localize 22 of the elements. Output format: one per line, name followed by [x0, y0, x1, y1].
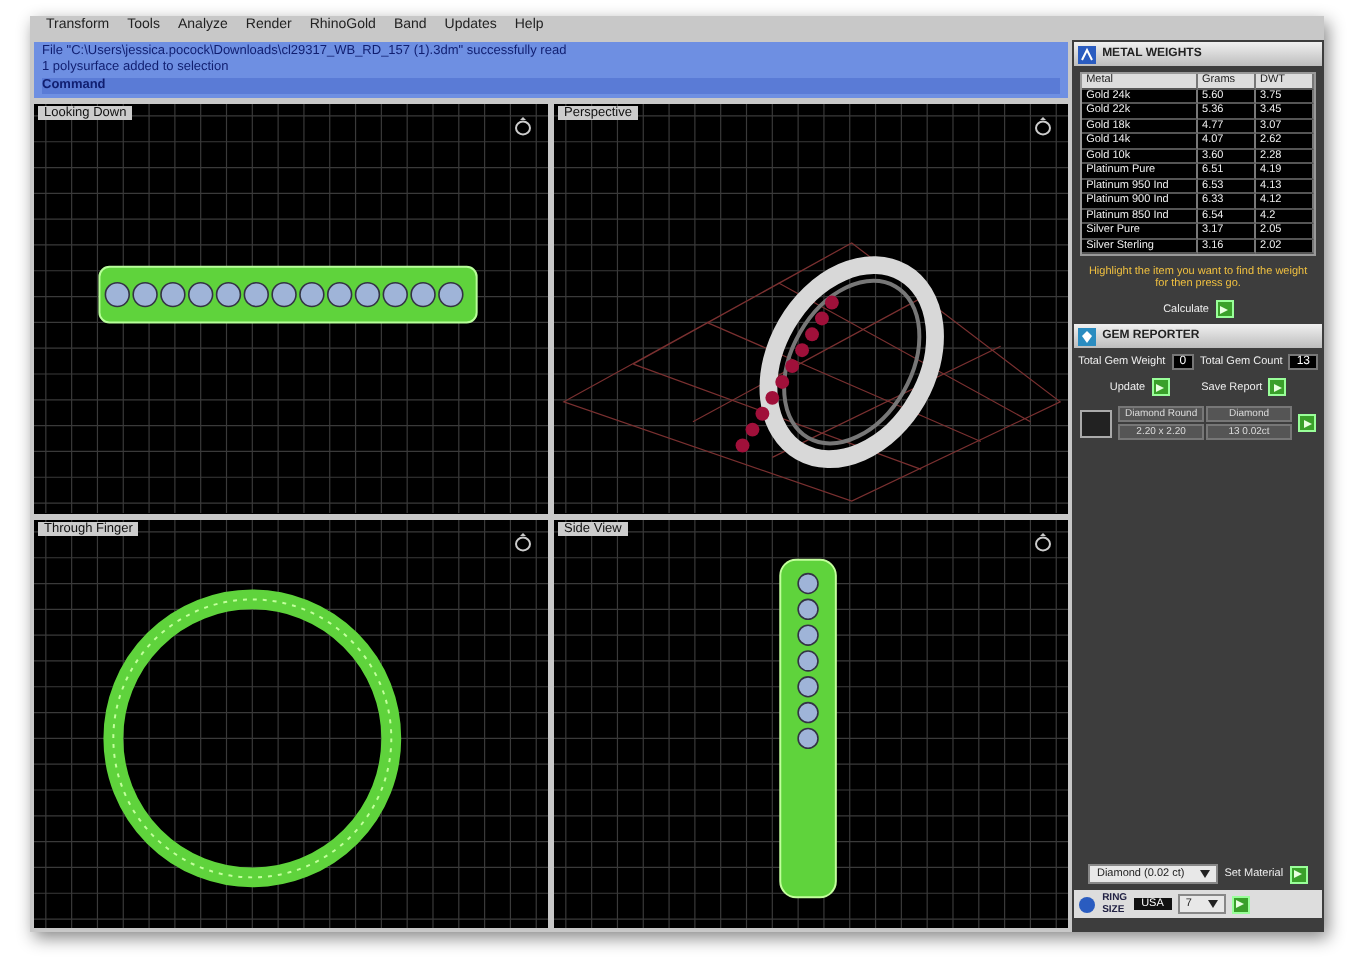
- ring-icon[interactable]: [1034, 116, 1053, 136]
- set-material-button[interactable]: [1289, 865, 1308, 883]
- ring-logo-icon: [1078, 895, 1097, 913]
- play-icon: [1218, 303, 1230, 315]
- gem-thumbnail: [1080, 409, 1113, 437]
- ring-size-button[interactable]: [1231, 895, 1250, 913]
- play-icon: [1271, 381, 1284, 393]
- play-icon: [1234, 898, 1247, 910]
- ring-icon[interactable]: [514, 531, 533, 551]
- caret-icon: [1207, 900, 1218, 908]
- ring-icon[interactable]: [1034, 531, 1053, 551]
- logo-icon: [1078, 45, 1097, 63]
- gem-go-button[interactable]: [1298, 414, 1316, 432]
- play-icon: [1154, 381, 1167, 393]
- play-icon: [1301, 417, 1313, 429]
- gem-icon: [1078, 327, 1097, 345]
- save-report-button[interactable]: [1268, 378, 1287, 396]
- play-icon: [1292, 868, 1305, 880]
- caret-icon: [1200, 870, 1211, 878]
- calculate-button[interactable]: [1215, 300, 1233, 318]
- ring-icon[interactable]: [514, 116, 533, 136]
- update-button[interactable]: [1151, 378, 1170, 396]
